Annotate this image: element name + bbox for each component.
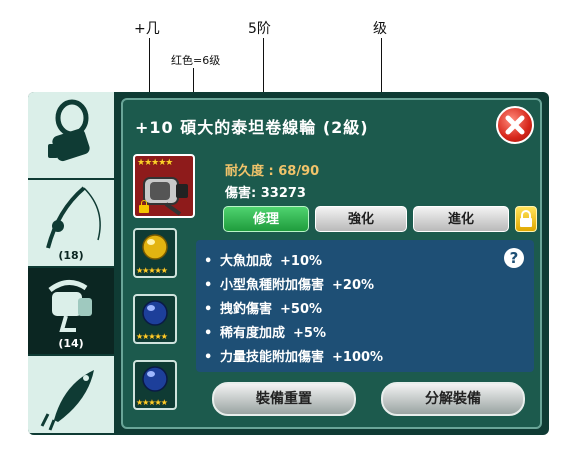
- item-title: +10 碩大的泰坦卷線輪 (2級): [135, 118, 369, 137]
- reel-icon: [48, 280, 92, 332]
- sidebar-tab-hook-line[interactable]: [28, 92, 114, 180]
- fishing-rod-count: (18): [58, 249, 84, 262]
- blue-orb-icon: [142, 366, 168, 392]
- gem-stars: ★★★★★: [136, 332, 168, 341]
- item-icon-frame[interactable]: ★★★★★: [133, 154, 195, 218]
- lure-icon: [40, 370, 94, 431]
- help-button[interactable]: ?: [504, 248, 524, 268]
- annotation-red-note: 红色=6级: [171, 54, 221, 67]
- gem-slot-2[interactable]: ★★★★★: [133, 294, 177, 344]
- sidebar-tab-reel[interactable]: (14): [28, 268, 114, 356]
- lock-toggle-button[interactable]: [515, 206, 537, 232]
- blue-orb-icon: [142, 300, 168, 326]
- close-icon: [505, 115, 525, 135]
- fishing-rod-icon: [46, 186, 101, 249]
- gem-slot-1[interactable]: ★★★★★: [133, 228, 177, 278]
- effect-value: +50%: [280, 302, 323, 317]
- equipment-window: (18) (14) +10 碩大的泰坦卷線輪 (2級) ★★★★★ 耐久度: …: [28, 92, 549, 435]
- effect-label: 拽釣傷害: [220, 302, 273, 317]
- close-button[interactable]: [496, 106, 534, 144]
- item-lock-icon: [139, 200, 149, 213]
- gem-stars: ★★★★★: [136, 266, 168, 275]
- repair-button[interactable]: 修理: [223, 206, 309, 232]
- annotation-plus-level: +几: [134, 21, 160, 37]
- reset-equipment-button[interactable]: 裝備重置: [212, 382, 356, 416]
- evolve-button[interactable]: 進化: [413, 206, 509, 232]
- effect-label: 小型魚種附加傷害: [220, 278, 325, 293]
- effect-label: 力量技能附加傷害: [220, 350, 325, 365]
- lock-icon: [520, 210, 532, 227]
- effect-value: +20%: [332, 278, 375, 293]
- strengthen-button[interactable]: 強化: [315, 206, 407, 232]
- effect-value: +10%: [280, 254, 323, 269]
- effect-row: • 拽釣傷害 +50%: [204, 302, 323, 317]
- effect-label: 稀有度加成: [220, 326, 286, 341]
- effect-row: • 小型魚種附加傷害 +20%: [204, 278, 375, 293]
- sidebar-tab-fishing-rod[interactable]: (18): [28, 180, 114, 268]
- reel-count: (14): [58, 337, 84, 350]
- effect-row: • 大魚加成 +10%: [204, 254, 323, 269]
- effect-label: 大魚加成: [220, 254, 273, 269]
- effect-row: • 力量技能附加傷害 +100%: [204, 350, 384, 365]
- damage-label: 傷害: 33273: [225, 186, 306, 201]
- equipment-sidebar: (18) (14): [28, 92, 114, 435]
- gem-stars: ★★★★★: [136, 398, 168, 407]
- effect-row: • 稀有度加成 +5%: [204, 326, 326, 341]
- effect-value: +5%: [293, 326, 326, 341]
- annotation-tier: 5阶: [248, 21, 271, 37]
- effects-list: • 大魚加成 +10% • 小型魚種附加傷害 +20% • 拽釣傷害 +50% • 稀有度加成…: [196, 240, 534, 372]
- effect-value: +100%: [332, 350, 384, 365]
- hook-line-icon: [48, 99, 90, 162]
- item-detail-panel: +10 碩大的泰坦卷線輪 (2級) ★★★★★ 耐久度 : 68/90 傷害: …: [121, 98, 542, 429]
- gold-orb-icon: [142, 234, 168, 260]
- sidebar-tab-lure[interactable]: [28, 356, 114, 435]
- durability-label: 耐久度 : 68/90: [225, 164, 320, 179]
- item-stars: ★★★★★: [137, 158, 173, 168]
- decompose-equipment-button[interactable]: 分解裝備: [381, 382, 525, 416]
- annotation-grade: 级: [373, 21, 387, 37]
- gem-slot-3[interactable]: ★★★★★: [133, 360, 177, 410]
